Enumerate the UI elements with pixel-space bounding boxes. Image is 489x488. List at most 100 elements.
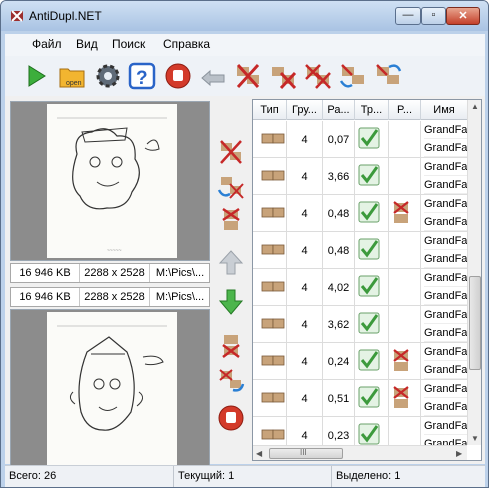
- status-bar: Всего: 26 Текущий: 1 Выделено: 1: [5, 465, 485, 487]
- second-image-preview[interactable]: [10, 309, 210, 469]
- delete-first-icon[interactable]: [233, 61, 263, 91]
- toolbar: open ?: [5, 56, 485, 96]
- window-title: AntiDupl.NET: [29, 9, 102, 23]
- column-group[interactable]: Гру...: [287, 100, 323, 120]
- table-row[interactable]: 4 0,51 GrandFa GrandFa: [253, 380, 467, 417]
- group-cell: 4: [287, 269, 323, 306]
- group-cell: 4: [287, 306, 323, 343]
- stop-icon[interactable]: [217, 404, 245, 432]
- vertical-scrollbar[interactable]: ▲ ▼: [467, 100, 481, 445]
- drawing-image: [47, 312, 177, 466]
- checkmark-icon: [358, 349, 380, 371]
- minimize-button[interactable]: —: [395, 7, 421, 25]
- table-row[interactable]: 4 0,24 GrandFa GrandFa: [253, 343, 467, 380]
- open-folder-icon[interactable]: open: [57, 61, 87, 91]
- delete-both-icon[interactable]: [217, 331, 245, 359]
- delete-mark-icon: [393, 386, 409, 408]
- rename-first-icon[interactable]: [338, 61, 368, 91]
- menu-view[interactable]: Вид: [76, 37, 98, 51]
- checkmark-icon: [358, 386, 380, 408]
- first-path: M:\Pics\...: [155, 267, 205, 279]
- start-search-icon[interactable]: [21, 61, 51, 91]
- close-button[interactable]: ✕: [446, 7, 480, 25]
- column-difference[interactable]: Ра...: [323, 100, 355, 120]
- delete-both-icon[interactable]: [303, 61, 333, 91]
- stop-icon[interactable]: [163, 61, 193, 91]
- difference-cell: 3,62: [323, 306, 355, 343]
- type-cell: [253, 232, 287, 269]
- vertical-scroll-thumb[interactable]: [469, 276, 481, 370]
- action-cell: [389, 380, 421, 417]
- type-cell: [253, 306, 287, 343]
- first-file-name: GrandFa: [424, 121, 467, 139]
- scroll-left-icon[interactable]: ◀: [256, 449, 262, 458]
- group-cell: 4: [287, 380, 323, 417]
- rename-second-icon[interactable]: [217, 366, 245, 394]
- checkmark-icon: [358, 312, 380, 334]
- column-type[interactable]: Тип: [253, 100, 287, 120]
- difference-cell: 0,51: [323, 380, 355, 417]
- table-row[interactable]: 4 3,66 GrandFa GrandFa: [253, 158, 467, 195]
- scroll-up-icon[interactable]: ▲: [471, 102, 479, 111]
- group-cell: 4: [287, 158, 323, 195]
- delete-second-icon[interactable]: [268, 61, 298, 91]
- first-file-name: GrandFa: [424, 269, 467, 287]
- action-cell: [389, 343, 421, 380]
- duplicate-pair-icon: [261, 281, 285, 292]
- table-row[interactable]: 4 0,48 GrandFa GrandFa: [253, 195, 467, 232]
- table-row[interactable]: 4 0,07 GrandFa GrandFa: [253, 121, 467, 158]
- settings-gear-icon[interactable]: [93, 61, 123, 91]
- second-file-name: GrandFa: [424, 324, 467, 342]
- first-file-name: GrandFa: [424, 195, 467, 213]
- checkmark-icon: [358, 201, 380, 223]
- next-arrow-icon[interactable]: [217, 288, 245, 316]
- second-path: M:\Pics\...: [155, 291, 205, 303]
- transform-cell: [355, 232, 389, 269]
- duplicate-pair-icon: [261, 355, 285, 366]
- name-cell: GrandFa GrandFa: [421, 121, 467, 158]
- first-image-preview[interactable]: ~~~~~: [10, 101, 210, 261]
- column-name[interactable]: Имя: [421, 100, 467, 120]
- column-transform[interactable]: Тр...: [355, 100, 389, 120]
- transform-cell: [355, 343, 389, 380]
- name-cell: GrandFa GrandFa: [421, 306, 467, 343]
- menu-help[interactable]: Справка: [163, 37, 210, 51]
- help-icon[interactable]: ?: [127, 61, 157, 91]
- group-cell: 4: [287, 195, 323, 232]
- app-icon: [11, 10, 23, 22]
- first-image-info: 16 946 KB 2288 x 2528 M:\Pics\...: [10, 263, 210, 283]
- difference-cell: 0,48: [323, 232, 355, 269]
- name-cell: GrandFa GrandFa: [421, 232, 467, 269]
- rename-icon[interactable]: [217, 172, 245, 200]
- horizontal-scroll-thumb[interactable]: III: [269, 448, 343, 459]
- undo-icon[interactable]: [198, 61, 228, 91]
- second-image-info: 16 946 KB 2288 x 2528 M:\Pics\...: [10, 287, 210, 307]
- second-file-name: GrandFa: [424, 139, 467, 157]
- menu-file[interactable]: Файл: [32, 37, 62, 51]
- table-row[interactable]: 4 0,48 GrandFa GrandFa: [253, 232, 467, 269]
- action-cell: [389, 269, 421, 306]
- delete-mark-icon: [393, 201, 409, 223]
- table-row[interactable]: 4 4,02 GrandFa GrandFa: [253, 269, 467, 306]
- horizontal-scrollbar[interactable]: ◀ III ▶: [253, 445, 467, 460]
- previous-arrow-icon[interactable]: [217, 248, 245, 276]
- rename-second-icon[interactable]: [373, 61, 403, 91]
- difference-cell: 4,02: [323, 269, 355, 306]
- delete-second-icon[interactable]: [217, 206, 245, 234]
- difference-cell: 0,24: [323, 343, 355, 380]
- delete-first-icon[interactable]: [217, 138, 245, 166]
- maximize-button[interactable]: ▫: [421, 7, 446, 25]
- column-action[interactable]: P...: [389, 100, 421, 120]
- title-bar[interactable]: AntiDupl.NET — ▫ ✕: [1, 1, 488, 31]
- first-file-name: GrandFa: [424, 232, 467, 250]
- scroll-down-icon[interactable]: ▼: [471, 434, 479, 443]
- menu-search[interactable]: Поиск: [112, 37, 145, 51]
- scroll-right-icon[interactable]: ▶: [456, 449, 462, 458]
- second-file-name: GrandFa: [424, 250, 467, 268]
- first-resolution: 2288 x 2528: [80, 264, 150, 282]
- transform-cell: [355, 158, 389, 195]
- preview-panel: ~~~~~ 16 946 KB 2288 x 2528 M:\Pics\... …: [5, 96, 212, 469]
- status-selected: Выделено: 1: [336, 470, 401, 482]
- table-row[interactable]: 4 3,62 GrandFa GrandFa: [253, 306, 467, 343]
- transform-cell: [355, 121, 389, 158]
